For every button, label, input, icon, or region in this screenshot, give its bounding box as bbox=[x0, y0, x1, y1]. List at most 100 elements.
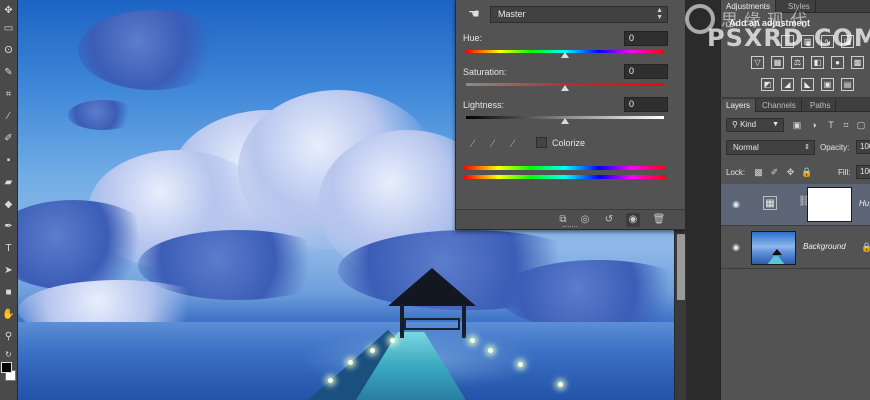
layer-name[interactable]: Hu bbox=[859, 199, 869, 208]
lock-image-pixels-icon[interactable]: ✐ bbox=[769, 167, 780, 178]
shape-tool-icon[interactable]: ■ bbox=[2, 286, 15, 299]
eyedropper-minus-icon[interactable]: ⁄ bbox=[506, 137, 520, 151]
lightness-input[interactable]: 0 bbox=[624, 97, 668, 112]
gradient-tool-icon[interactable]: ◆ bbox=[2, 198, 15, 211]
layer-mask-thumbnail[interactable] bbox=[807, 187, 852, 222]
quick-select-tool-icon[interactable]: ✎ bbox=[2, 66, 15, 79]
preset-channel-select[interactable]: Master ▲ ▼ bbox=[490, 6, 668, 23]
eraser-tool-icon[interactable]: ▰ bbox=[2, 176, 15, 189]
fill-input[interactable]: 100 bbox=[856, 165, 870, 179]
select-arrows-icon: ▲ ▼ bbox=[656, 7, 663, 21]
thumbnail-hut bbox=[772, 249, 782, 255]
zoom-tool-icon[interactable]: ⚲ bbox=[2, 330, 15, 343]
swap-colors-icon[interactable]: ↻ bbox=[2, 348, 15, 361]
targeted-adjustment-hand-icon[interactable]: ☚ bbox=[466, 6, 482, 22]
eyedropper-icon[interactable]: ⁄ bbox=[466, 137, 480, 151]
pen-tool-icon[interactable]: ✒ bbox=[2, 220, 15, 233]
cloud-shape bbox=[78, 10, 228, 90]
adjustments-title: Add an adjustment bbox=[729, 18, 811, 28]
opacity-input[interactable]: 100 bbox=[856, 140, 870, 154]
hue-input[interactable]: 0 bbox=[624, 31, 668, 46]
selective-color-icon[interactable]: ▣ bbox=[821, 78, 834, 91]
filter-type-icon[interactable]: T bbox=[825, 119, 837, 131]
blend-mode-select[interactable]: Normal ⇕ bbox=[726, 140, 815, 155]
tab-layers[interactable]: Layers bbox=[721, 99, 757, 112]
adjustments-panel: Adjustments Styles Add an adjustment ☼ ▥… bbox=[720, 0, 870, 97]
clone-stamp-tool-icon[interactable]: ▪ bbox=[2, 154, 15, 167]
photo-filter-icon[interactable]: ● bbox=[831, 56, 844, 69]
tab-channels[interactable]: Channels bbox=[757, 99, 802, 112]
eye-icon[interactable]: ◉ bbox=[729, 241, 743, 253]
lock-position-icon[interactable]: ✥ bbox=[785, 167, 796, 178]
trash-icon[interactable]: 🗑 bbox=[652, 213, 666, 227]
curves-icon[interactable]: ∿ bbox=[821, 35, 834, 48]
threshold-icon[interactable]: ◣ bbox=[801, 78, 814, 91]
eyedropper-tool-icon[interactable]: ⁄ bbox=[2, 110, 15, 123]
tab-adjustments[interactable]: Adjustments bbox=[721, 0, 777, 13]
path-select-tool-icon[interactable]: ➤ bbox=[2, 264, 15, 277]
saturation-slider-thumb[interactable] bbox=[561, 85, 569, 91]
visibility-icon[interactable]: ◉ bbox=[626, 213, 640, 227]
layer-row-hue-saturation[interactable]: ◉ ▦ ⛓ Hu bbox=[721, 184, 870, 226]
exposure-icon[interactable]: ◪ bbox=[841, 35, 854, 48]
crop-tool-icon[interactable]: ⌗ bbox=[2, 88, 15, 101]
colorize-checkbox[interactable] bbox=[536, 137, 547, 148]
layer-row-background[interactable]: ◉ Background 🔒 bbox=[721, 227, 870, 269]
eyedropper-plus-icon[interactable]: ⁄ bbox=[486, 137, 500, 151]
saturation-input[interactable]: 0 bbox=[624, 64, 668, 79]
thumbnail-deck bbox=[766, 256, 786, 264]
channel-mixer-icon[interactable]: ▩ bbox=[851, 56, 864, 69]
layer-filter-select[interactable]: ⚲ Kind ▼ bbox=[726, 118, 784, 132]
filter-smart-object-icon[interactable]: ▢ bbox=[855, 119, 867, 131]
filter-pixel-icon[interactable]: ▣ bbox=[791, 119, 803, 131]
chevron-down-icon: ▼ bbox=[772, 121, 779, 128]
brush-tool-icon[interactable]: ✐ bbox=[2, 132, 15, 145]
layer-name[interactable]: Background bbox=[803, 242, 846, 251]
fill-label: Fill: bbox=[838, 168, 851, 177]
reset-icon[interactable]: ↺ bbox=[602, 213, 616, 227]
brightness-contrast-icon[interactable]: ☼ bbox=[781, 35, 794, 48]
lock-icon: 🔒 bbox=[861, 242, 870, 252]
eye-icon[interactable]: ◉ bbox=[729, 198, 743, 210]
pier-lamp bbox=[348, 360, 353, 365]
hand-tool-icon[interactable]: ✋ bbox=[2, 308, 15, 321]
foreground-color-swatch[interactable] bbox=[1, 362, 12, 373]
vibrance-icon[interactable]: ▽ bbox=[751, 56, 764, 69]
opacity-label: Opacity: bbox=[820, 143, 850, 152]
lightness-slider-thumb[interactable] bbox=[561, 118, 569, 124]
filter-search-icon: ⚲ bbox=[732, 120, 741, 129]
color-balance-icon[interactable]: ⚖ bbox=[791, 56, 804, 69]
filter-shape-icon[interactable]: ⌗ bbox=[840, 119, 852, 131]
lock-transparent-pixels-icon[interactable]: ▩ bbox=[753, 167, 764, 178]
black-white-icon[interactable]: ◧ bbox=[811, 56, 824, 69]
input-spectrum-bar bbox=[464, 166, 666, 170]
tools-panel: ✥ ▭ ʘ ✎ ⌗ ⁄ ✐ ▪ ▰ ◆ ✒ T ➤ ■ ✋ ⚲ ↻ bbox=[0, 0, 18, 400]
photoshop-window: ✥ ▭ ʘ ✎ ⌗ ⁄ ✐ ▪ ▰ ◆ ✒ T ➤ ■ ✋ ⚲ ↻ ☚ Mast… bbox=[0, 0, 870, 400]
cloud-shape bbox=[498, 260, 674, 330]
view-previous-icon[interactable]: ◎ bbox=[578, 213, 592, 227]
clip-to-layer-icon[interactable]: ⧉ bbox=[556, 213, 570, 227]
hut-post bbox=[462, 304, 466, 338]
type-tool-icon[interactable]: T bbox=[2, 242, 15, 255]
lightness-label: Lightness: bbox=[463, 100, 505, 110]
resize-grip[interactable] bbox=[563, 226, 577, 228]
hue-slider-thumb[interactable] bbox=[561, 52, 569, 58]
hue-saturation-icon[interactable]: ▦ bbox=[771, 56, 784, 69]
output-spectrum-bar bbox=[464, 175, 666, 179]
lock-all-icon[interactable]: 🔒 bbox=[801, 167, 812, 178]
pier-lamp bbox=[488, 348, 493, 353]
move-tool-icon[interactable]: ✥ bbox=[2, 4, 15, 17]
preset-channel-value: Master bbox=[498, 9, 526, 19]
posterize-icon[interactable]: ◢ bbox=[781, 78, 794, 91]
colorize-label: Colorize bbox=[552, 138, 586, 148]
levels-icon[interactable]: ▥ bbox=[801, 35, 814, 48]
lasso-tool-icon[interactable]: ʘ bbox=[2, 44, 15, 57]
lock-label: Lock: bbox=[726, 168, 746, 177]
filter-adjustment-icon[interactable]: ◑ bbox=[808, 119, 820, 131]
gradient-map-icon[interactable]: ▤ bbox=[841, 78, 854, 91]
scrollbar-thumb[interactable] bbox=[677, 234, 685, 300]
invert-icon[interactable]: ◩ bbox=[761, 78, 774, 91]
marquee-tool-icon[interactable]: ▭ bbox=[2, 22, 15, 35]
tab-styles[interactable]: Styles bbox=[783, 0, 816, 13]
tab-paths[interactable]: Paths bbox=[805, 99, 837, 112]
